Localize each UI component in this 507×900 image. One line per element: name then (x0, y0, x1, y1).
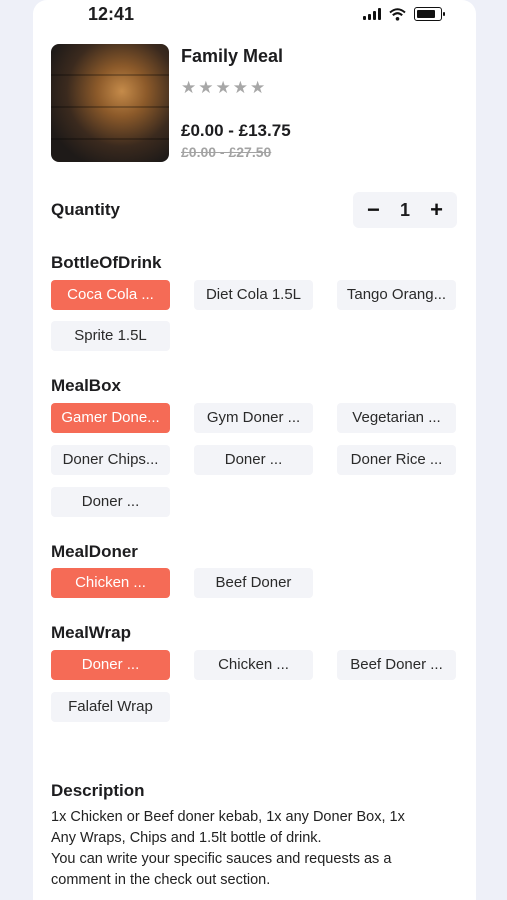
battery-icon (414, 7, 445, 21)
increment-button[interactable]: + (430, 199, 443, 221)
rating-stars: ★ ★ ★ ★ ★ (181, 78, 265, 98)
description-title: Description (51, 781, 145, 800)
star-icon: ★ (198, 78, 214, 97)
star-icon: ★ (215, 78, 231, 97)
description-line: Any Wraps, Chips and 1.5lt bottle of dri… (51, 830, 322, 846)
quantity-stepper: − 1 + (353, 192, 457, 228)
option-vegetarian[interactable]: Vegetarian ... (337, 403, 456, 433)
group-title-bottle-of-drink: BottleOfDrink (51, 253, 162, 272)
product-name: Family Meal (181, 46, 284, 66)
group-title-mealwrap: MealWrap (51, 623, 131, 642)
product-header: Family Meal ★ ★ ★ ★ ★ £0.00 - £13.75 £0.… (51, 44, 471, 164)
group-title-mealbox: MealBox (51, 376, 121, 395)
option-beef-doner-wrap[interactable]: Beef Doner ... (337, 650, 456, 680)
phone-screen: 12:41 Family Meal ★ ★ ★ ★ ★ £0.00 - £13.… (33, 0, 476, 900)
star-icon: ★ (250, 78, 266, 97)
option-beef-doner[interactable]: Beef Doner (194, 568, 313, 598)
option-chicken-wrap[interactable]: Chicken ... (194, 650, 313, 680)
option-doner-2[interactable]: Doner ... (51, 487, 170, 517)
description-line: You can write your specific sauces and r… (51, 851, 392, 867)
decrement-button[interactable]: − (367, 199, 380, 221)
option-doner[interactable]: Doner ... (194, 445, 313, 475)
option-doner-rice[interactable]: Doner Rice ... (337, 445, 456, 475)
wifi-icon (389, 7, 406, 21)
cellular-signal-icon (363, 8, 381, 20)
quantity-value: 1 (399, 199, 410, 220)
option-sprite[interactable]: Sprite 1.5L (51, 321, 170, 351)
quantity-label: Quantity (51, 200, 120, 219)
description-line: comment in the check out section. (51, 872, 271, 888)
product-old-price: £0.00 - £27.50 (181, 144, 272, 160)
option-diet-cola[interactable]: Diet Cola 1.5L (194, 280, 313, 310)
option-coca-cola[interactable]: Coca Cola ... (51, 280, 170, 310)
option-falafel-wrap[interactable]: Falafel Wrap (51, 692, 170, 722)
option-tango-orange[interactable]: Tango Orang... (337, 280, 456, 310)
description-text: 1x Chicken or Beef doner kebab, 1x any D… (51, 807, 461, 891)
option-gamer-doner[interactable]: Gamer Done... (51, 403, 170, 433)
option-gym-doner[interactable]: Gym Doner ... (194, 403, 313, 433)
option-doner-chips[interactable]: Doner Chips... (51, 445, 170, 475)
star-icon: ★ (232, 78, 248, 97)
star-icon: ★ (181, 78, 197, 97)
status-bar: 12:41 (33, 0, 476, 34)
group-title-mealdoner: MealDoner (51, 542, 138, 561)
description-line: 1x Chicken or Beef doner kebab, 1x any D… (51, 809, 405, 825)
option-doner-wrap[interactable]: Doner ... (51, 650, 170, 680)
option-chicken-doner[interactable]: Chicken ... (51, 568, 170, 598)
quantity-row: Quantity − 1 + (51, 192, 457, 228)
status-time: 12:41 (88, 4, 135, 24)
product-image (51, 44, 169, 162)
product-price: £0.00 - £13.75 (181, 121, 291, 140)
